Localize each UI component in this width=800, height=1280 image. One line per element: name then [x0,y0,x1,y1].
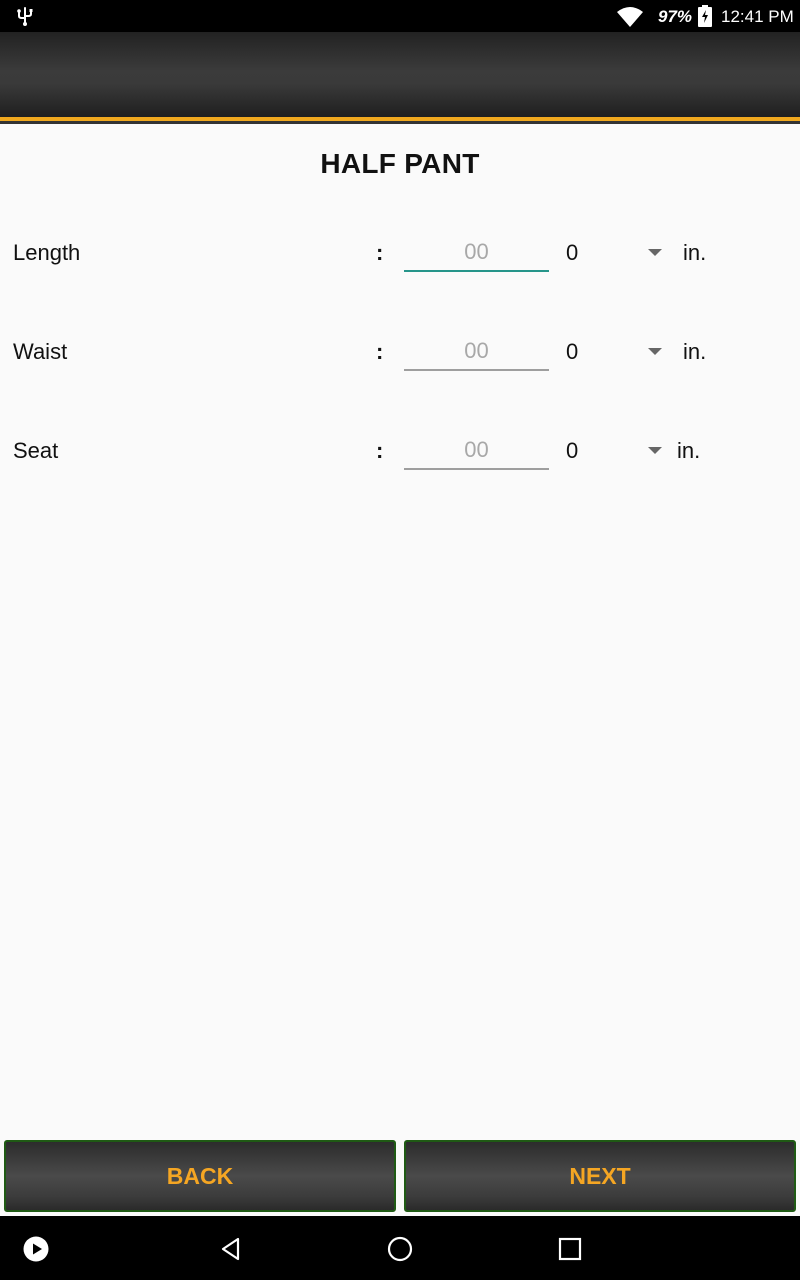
fraction-value: 0 [566,339,579,364]
waist-fraction-dropdown[interactable]: 0 [560,331,670,375]
next-button[interactable]: NEXT [404,1140,796,1212]
status-clock: 12:41 PM [721,7,794,26]
battery-charging-icon [698,5,712,27]
back-triangle-icon[interactable] [218,1236,244,1262]
waist-inches-input[interactable] [404,333,549,371]
measurement-label: Waist [13,339,68,364]
usb-icon [17,7,33,26]
toolbar-divider [0,121,800,124]
measurement-label: Length [13,240,81,265]
length-fraction-dropdown[interactable]: 0 [560,232,670,276]
status-bar: 97% 12:41 PM [0,0,800,32]
seat-fraction-dropdown[interactable]: 0 [560,430,670,474]
app-toolbar [0,32,800,118]
length-inches-input[interactable] [404,234,549,272]
fraction-value: 0 [566,240,579,265]
battery-percent: 97% [658,7,693,26]
wifi-icon [617,7,643,27]
measurement-row-length: Length : 0 in. [0,224,800,284]
play-icon[interactable] [23,1236,49,1262]
label-separator: : [376,339,384,364]
dropdown-arrow-icon [648,348,662,355]
fraction-value: 0 [566,438,579,463]
system-nav-bar [0,1216,800,1280]
label-separator: : [376,438,384,463]
home-circle-icon[interactable] [387,1236,413,1262]
unit-label: in. [683,339,707,364]
page-title: HALF PANT [320,148,480,179]
label-separator: : [376,240,384,265]
dropdown-arrow-icon [648,249,662,256]
dropdown-arrow-icon [648,447,662,454]
measurement-row-seat: Seat : 0 in. [0,422,800,482]
seat-inches-input[interactable] [404,432,549,470]
measurement-label: Seat [13,438,59,463]
unit-label: in. [677,438,701,463]
unit-label: in. [683,240,707,265]
measurement-row-waist: Waist : 0 in. [0,323,800,383]
back-button[interactable]: BACK [4,1140,396,1212]
recents-square-icon[interactable] [557,1236,583,1262]
